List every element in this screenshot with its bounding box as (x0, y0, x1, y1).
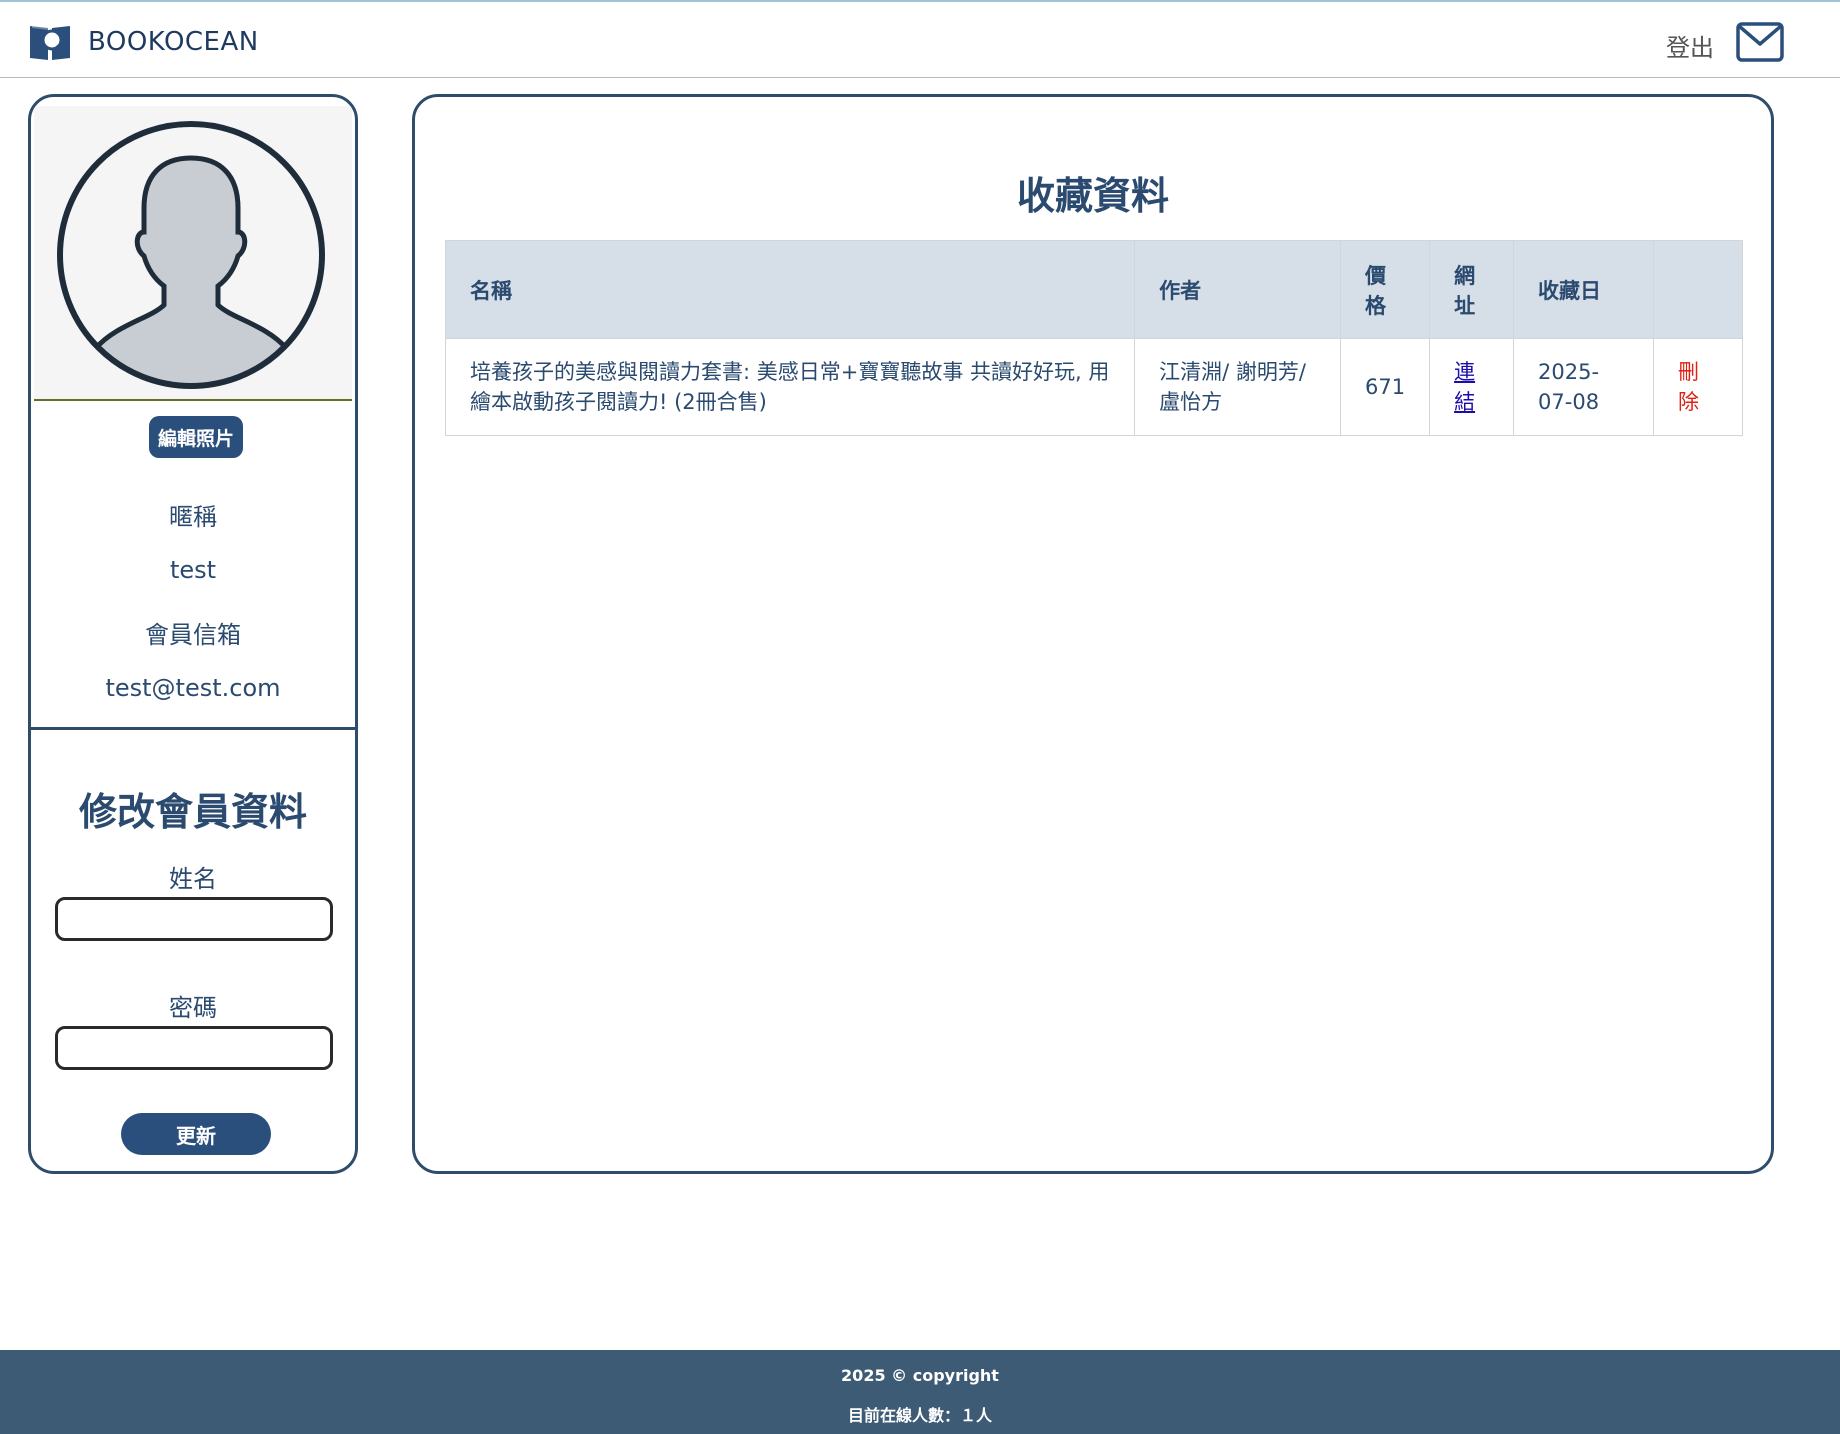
book-name-cell: 培養孩子的美感與閱讀力套書: 美感日常+寶寶聽故事 共讀好好玩, 用繪本啟動孩子… (444, 338, 1136, 436)
logout-link[interactable]: 登出 (1666, 28, 1714, 63)
profile-sidebar: 編輯照片 暱稱 test 會員信箱 test@test.com 修改會員資料 姓… (28, 94, 358, 1174)
column-header-url: 網址 (1429, 240, 1515, 339)
author-cell: 江清淵/ 謝明芳/ 盧怡方 (1134, 338, 1341, 436)
column-header-price: 價格 (1339, 240, 1431, 339)
footer: 2025 © copyright 目前在線人數：１人 (0, 1350, 1840, 1434)
brand[interactable]: BOOKOCEAN (28, 20, 259, 64)
delete-button[interactable]: 刪除 (1678, 360, 1699, 414)
name-input[interactable] (55, 897, 333, 941)
password-label: 密碼 (169, 994, 217, 1022)
column-header-actions (1652, 240, 1744, 339)
password-input[interactable] (55, 1026, 333, 1070)
update-button[interactable]: 更新 (121, 1113, 271, 1155)
brand-name: BOOKOCEAN (88, 27, 259, 57)
favorites-table: 名稱 作者 價格 網址 收藏日 培養孩子的美感與閱讀力套書: 美感日常+寶寶聽故… (444, 240, 1744, 436)
edit-profile-title: 修改會員資料 (78, 790, 307, 834)
page-title: 收藏資料 (1016, 174, 1169, 218)
column-header-name: 名稱 (444, 240, 1136, 339)
favorites-panel: 收藏資料 名稱 作者 價格 網址 收藏日 培養孩子的美感與閱讀力套書: 美感日常… (412, 94, 1774, 1174)
email-value: test@test.com (105, 674, 281, 702)
column-header-date: 收藏日 (1513, 240, 1654, 339)
avatar-area (34, 106, 352, 401)
sidebar-divider (31, 727, 355, 730)
online-count-text: 目前在線人數：１人 (847, 1406, 992, 1425)
avatar-placeholder-icon (57, 121, 325, 389)
top-bar: BOOKOCEAN 登出 (0, 2, 1840, 78)
column-header-author: 作者 (1134, 240, 1341, 339)
book-search-icon (30, 24, 70, 60)
table-row: 培養孩子的美感與閱讀力套書: 美感日常+寶寶聽故事 共讀好好玩, 用繪本啟動孩子… (444, 338, 1744, 436)
copyright-text: 2025 © copyright (841, 1366, 999, 1385)
email-label: 會員信箱 (145, 621, 241, 649)
date-cell: 2025-07-08 (1513, 338, 1654, 436)
book-link[interactable]: 連結 (1454, 360, 1475, 414)
nickname-label: 暱稱 (169, 503, 217, 531)
nickname-value: test (169, 556, 217, 584)
name-label: 姓名 (169, 865, 217, 893)
action-cell: 刪除 (1652, 338, 1744, 436)
url-cell: 連結 (1429, 338, 1515, 436)
table-header-row: 名稱 作者 價格 網址 收藏日 (444, 240, 1744, 339)
mail-icon[interactable] (1736, 22, 1784, 62)
price-cell: 671 (1339, 338, 1431, 436)
edit-photo-button[interactable]: 編輯照片 (149, 416, 243, 458)
